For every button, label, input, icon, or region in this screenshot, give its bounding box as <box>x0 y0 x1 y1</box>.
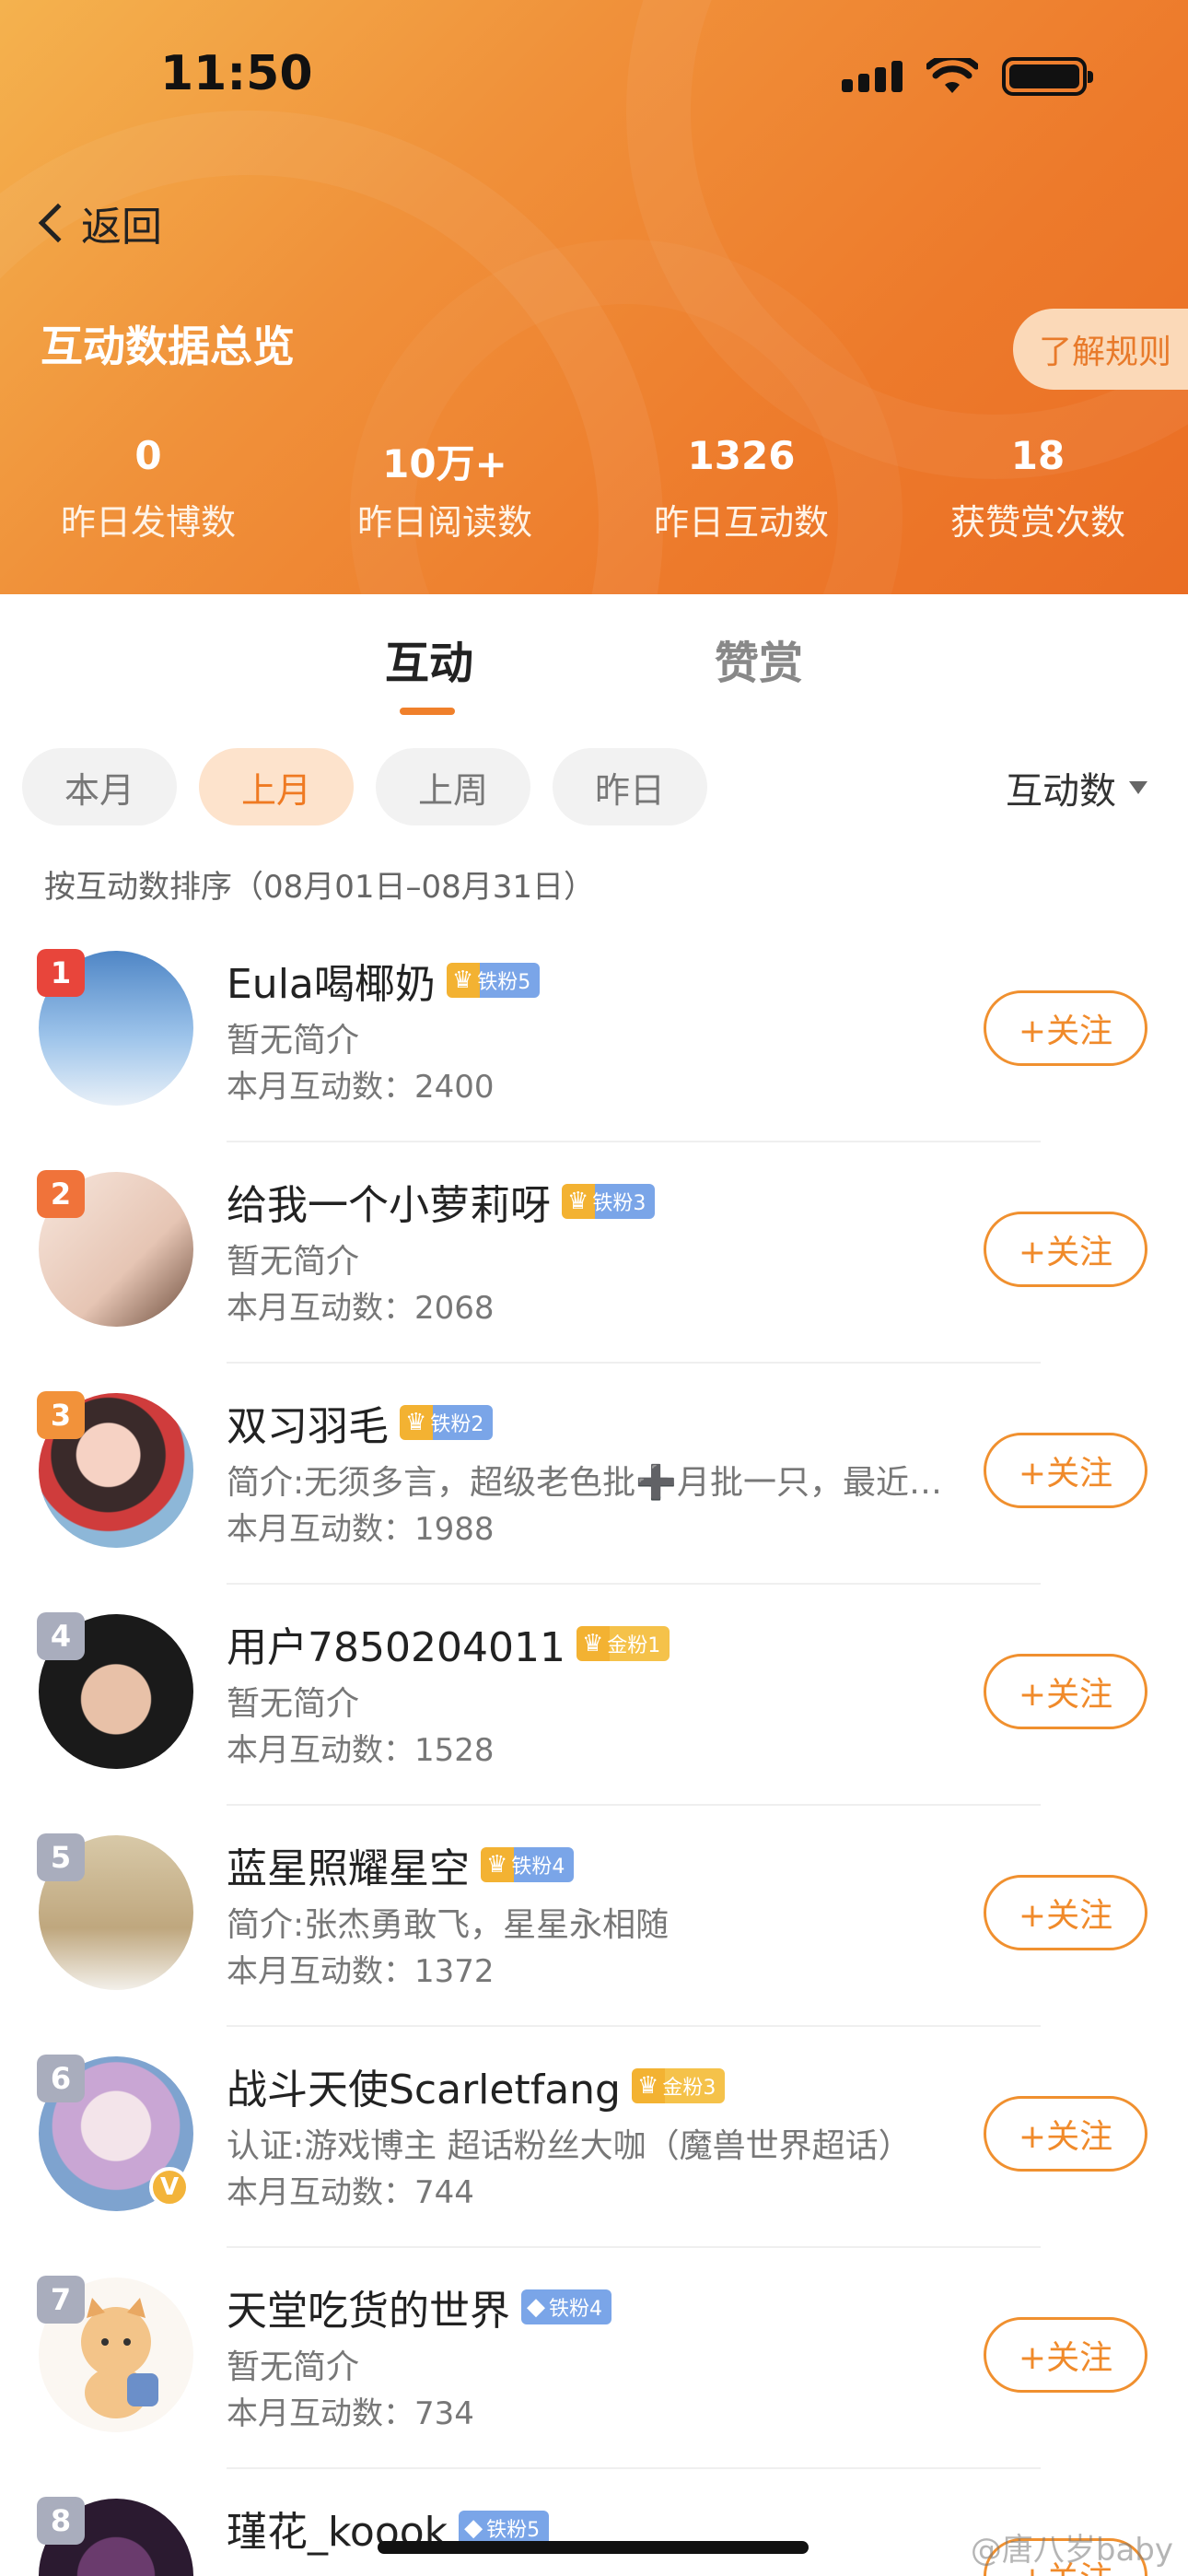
stats-row: 0 昨日发博数 10万+ 昨日阅读数 1326 昨日互动数 18 获赞赏次数 <box>0 433 1188 544</box>
filter-chip-this-month[interactable]: 本月 <box>22 748 177 825</box>
interaction-count: 本月互动数：1528 <box>227 1732 495 1769</box>
rank-badge: 2 <box>37 1170 85 1218</box>
list-item[interactable]: 6 V 战斗天使Scarletfang ♛ 金粉3 认证:游戏博主 超话粉丝大咖（… <box>0 2027 1188 2248</box>
rank-badge: 5 <box>37 1833 85 1881</box>
user-name[interactable]: 用户7850204011 <box>227 1614 565 1673</box>
rank-badge: 4 <box>37 1612 85 1660</box>
filter-chip-last-month[interactable]: 上月 <box>199 748 354 825</box>
stat-posts: 0 昨日发博数 <box>60 433 236 543</box>
fan-level-badge: ♛ 金粉3 <box>632 2068 726 2103</box>
rank-badge: 8 <box>37 2497 85 2545</box>
user-name[interactable]: 双习羽毛 <box>227 1393 389 1452</box>
diamond-icon: ◆ <box>464 2514 483 2542</box>
sort-dropdown[interactable]: 互动数 <box>1006 761 1147 814</box>
back-button[interactable]: 返回 <box>35 193 162 252</box>
tab-bar: 互动 赞赏 <box>0 626 1188 728</box>
interaction-count: 本月互动数：1372 <box>227 1953 495 1990</box>
filter-chip-yesterday[interactable]: 昨日 <box>553 748 707 825</box>
follow-button[interactable]: +关注 <box>984 1875 1147 1950</box>
page-title: 互动数据总览 <box>41 322 295 371</box>
follow-button[interactable]: +关注 <box>984 990 1147 1066</box>
sort-note: 按互动数排序（08月01日–08月31日） <box>44 869 596 906</box>
status-time: 11:50 <box>160 46 313 101</box>
crown-icon: ♛ <box>486 1851 508 1879</box>
fan-level-badge: ♛ 铁粉2 <box>400 1405 494 1440</box>
user-bio: 认证:游戏博主 超话粉丝大咖（魔兽世界超话） <box>227 2127 912 2165</box>
stat-reads: 10万+ 昨日阅读数 <box>356 441 532 543</box>
follow-button[interactable]: +关注 <box>984 1433 1147 1508</box>
wifi-icon <box>926 58 978 93</box>
filter-chip-last-week[interactable]: 上周 <box>376 748 530 825</box>
fan-level-badge: ♛ 铁粉3 <box>562 1184 656 1219</box>
rank-badge: 3 <box>37 1391 85 1439</box>
user-bio: 简介:张杰勇敢飞，星星永相随 <box>227 1906 670 1944</box>
list-item[interactable]: 5 蓝星照耀星空 ♛ 铁粉4 简介:张杰勇敢飞，星星永相随 本月互动数：1372 … <box>0 1806 1188 2027</box>
tab-indicator <box>400 708 455 715</box>
list-item[interactable]: 4 用户7850204011 ♛ 金粉1 暂无简介 本月互动数：1528 +关注 <box>0 1585 1188 1806</box>
user-name[interactable]: 蓝星照耀星空 <box>227 1835 470 1894</box>
battery-icon <box>1002 57 1093 96</box>
tab-interaction[interactable]: 互动 <box>385 626 473 691</box>
user-name[interactable]: 天堂吃货的世界 <box>227 2277 510 2336</box>
status-icons <box>842 57 1093 96</box>
list-item[interactable]: 2 给我一个小萝莉呀 ♛ 铁粉3 暂无简介 本月互动数：2068 +关注 <box>0 1142 1188 1364</box>
stat-interactions: 1326 昨日互动数 <box>653 433 829 543</box>
crown-icon: ♛ <box>405 1409 427 1436</box>
user-name[interactable]: 战斗天使Scarletfang <box>227 2056 621 2115</box>
fan-level-badge: ♛ 铁粉4 <box>481 1847 575 1882</box>
interaction-count: 本月互动数：2400 <box>227 1069 495 1106</box>
crown-icon: ♛ <box>451 966 474 994</box>
user-bio: 暂无简介 <box>227 1022 360 1060</box>
rank-badge: 7 <box>37 2276 85 2324</box>
caret-down-icon <box>1129 781 1147 794</box>
fan-level-badge: ◆ 铁粉4 <box>521 2289 611 2324</box>
rank-badge: 6 <box>37 2055 85 2102</box>
follow-button[interactable]: +关注 <box>984 1212 1147 1287</box>
follow-button[interactable]: +关注 <box>984 2096 1147 2172</box>
list-item[interactable]: 3 双习羽毛 ♛ 铁粉2 简介:无须多言，超级老色批➕月批一只，最近… 本月互动数… <box>0 1364 1188 1585</box>
crown-icon: ♛ <box>567 1188 589 1215</box>
user-name[interactable]: Eula喝椰奶 <box>227 951 436 1010</box>
user-bio: 暂无简介 <box>227 1685 360 1723</box>
interaction-count: 本月互动数：734 <box>227 2395 474 2432</box>
fan-level-badge: ♛ 金粉1 <box>576 1626 670 1661</box>
crown-icon: ♛ <box>637 2072 659 2100</box>
user-list: 1 Eula喝椰奶 ♛ 铁粉5 暂无简介 本月互动数：2400 +关注 2 给我一… <box>0 921 1188 2576</box>
tab-tips[interactable]: 赞赏 <box>715 626 803 691</box>
interaction-count: 本月互动数：744 <box>227 2174 474 2211</box>
user-name[interactable]: 给我一个小萝莉呀 <box>227 1172 551 1231</box>
home-indicator[interactable] <box>378 2541 809 2554</box>
user-bio: 简介:无须多言，超级老色批➕月批一只，最近… <box>227 1464 942 1502</box>
back-label: 返回 <box>81 204 162 251</box>
user-bio: 暂无简介 <box>227 2348 360 2386</box>
sort-label: 互动数 <box>1006 770 1116 813</box>
list-item[interactable]: 1 Eula喝椰奶 ♛ 铁粉5 暂无简介 本月互动数：2400 +关注 <box>0 921 1188 1142</box>
follow-button[interactable]: +关注 <box>984 1654 1147 1729</box>
chevron-left-icon <box>38 203 78 243</box>
rules-button[interactable]: 了解规则 <box>1013 309 1188 390</box>
stat-tips: 18 获赞赏次数 <box>949 433 1125 543</box>
fan-level-badge: ♛ 铁粉5 <box>446 963 541 998</box>
follow-button[interactable]: +关注 <box>984 2317 1147 2393</box>
cellular-signal-icon <box>842 61 903 92</box>
watermark: @唐八岁baby <box>970 2532 1173 2569</box>
period-filters: 本月 上月 上周 昨日 <box>22 748 707 825</box>
interaction-count: 本月互动数：2068 <box>227 1290 495 1327</box>
rank-badge: 1 <box>37 949 85 997</box>
list-item[interactable]: 7 天堂吃货的世界 ◆ 铁粉4 暂无简介 本月互动数：734 +关注 <box>0 2248 1188 2469</box>
crown-icon: ♛ <box>581 1630 604 1657</box>
interaction-count: 本月互动数：1988 <box>227 1511 495 1548</box>
diamond-icon: ◆ <box>527 2293 545 2321</box>
verified-icon: V <box>149 2167 190 2207</box>
user-bio: 暂无简介 <box>227 1243 360 1281</box>
header: 11:50 返回 互动数据总览 了解规则 0 昨日发博数 10万+ 昨日阅读数 … <box>0 0 1188 594</box>
